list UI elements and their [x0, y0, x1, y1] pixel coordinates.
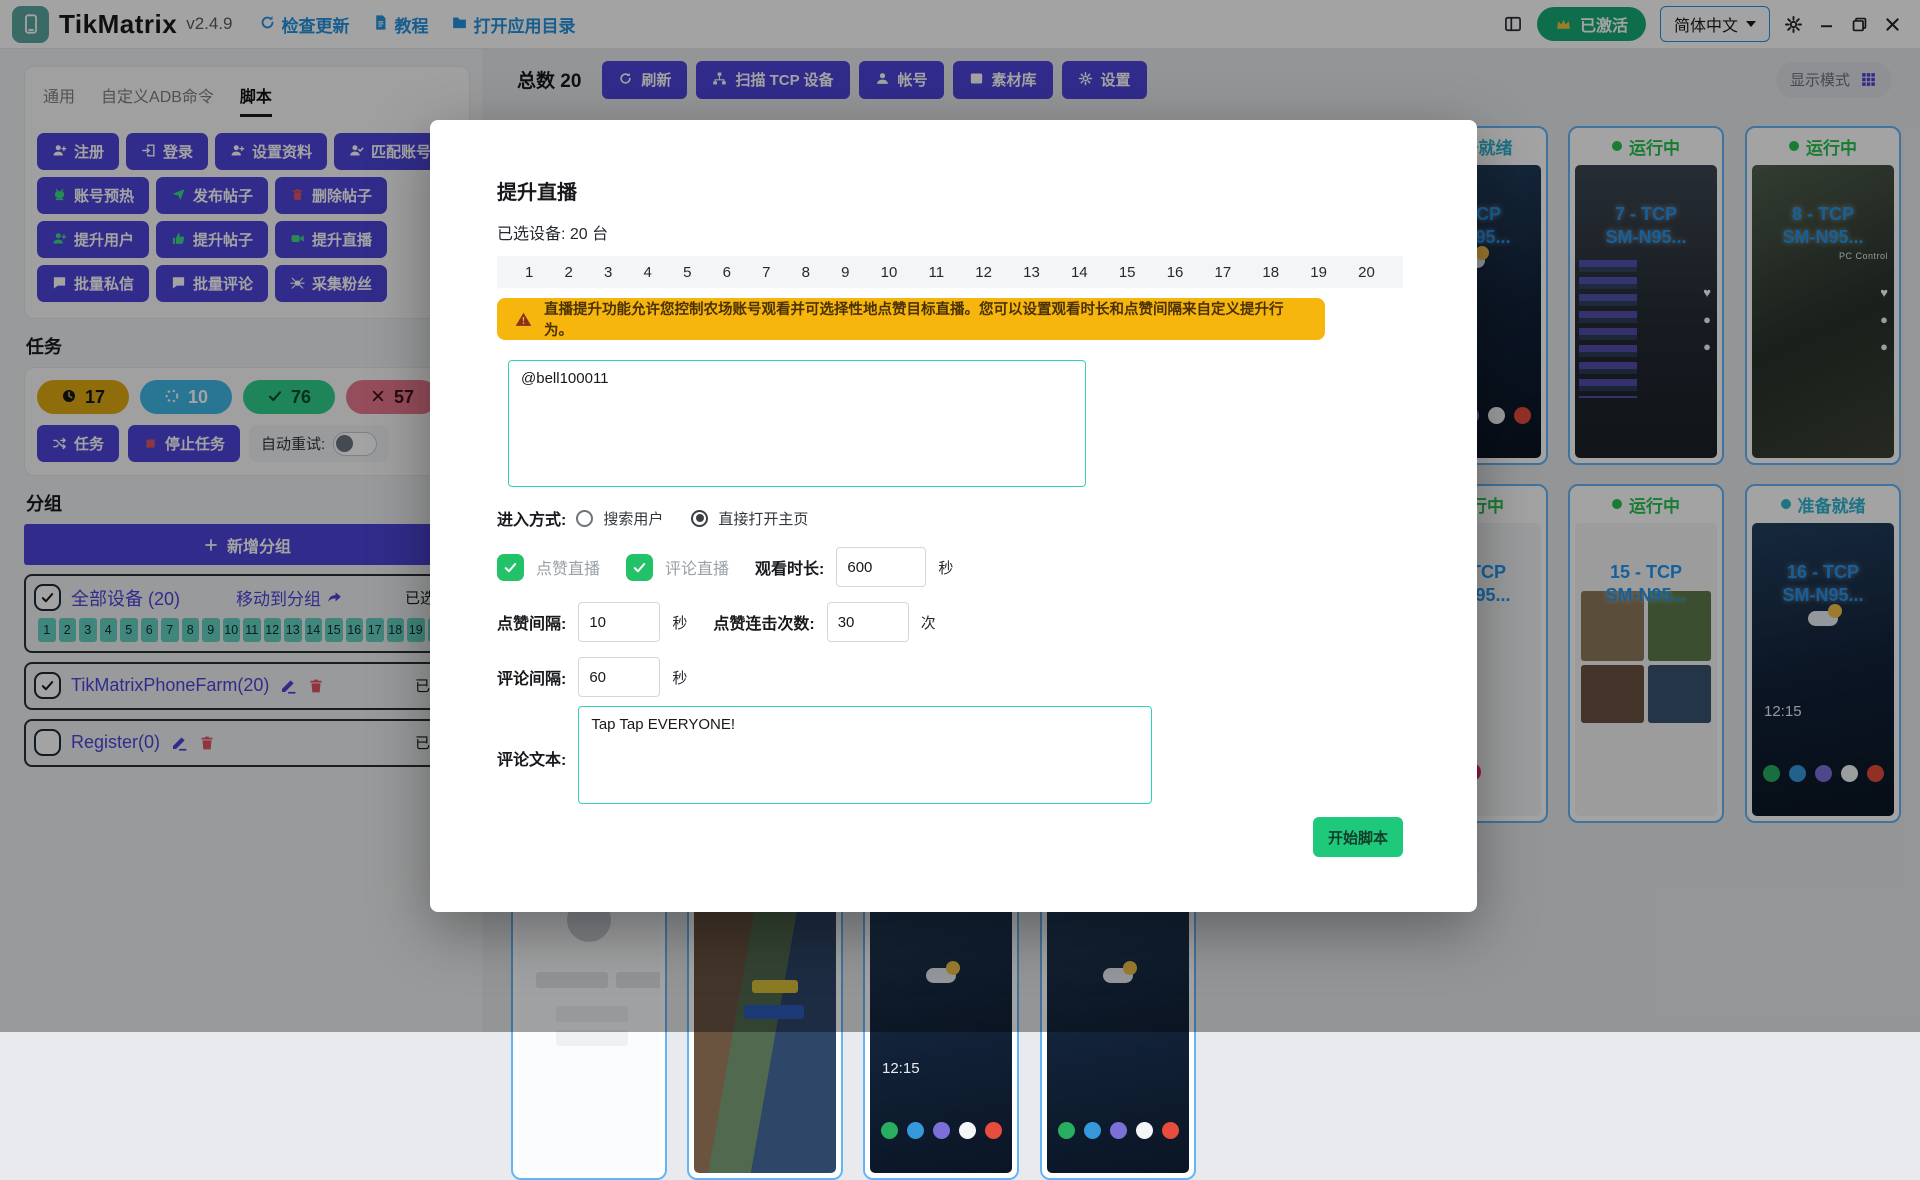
entry-mode-radio[interactable]	[576, 510, 593, 527]
device-number[interactable]: 5	[683, 264, 691, 281]
entry-mode-row: 进入方式: 搜索用户 直接打开主页	[497, 506, 1403, 530]
device-number[interactable]: 1	[525, 264, 533, 281]
device-number[interactable]: 3	[604, 264, 612, 281]
device-number[interactable]: 18	[1262, 264, 1279, 281]
device-number[interactable]: 16	[1167, 264, 1184, 281]
device-number[interactable]: 17	[1215, 264, 1232, 281]
like-interval-input[interactable]	[578, 602, 660, 642]
warning-icon	[515, 311, 532, 328]
live-options-row: 点赞直播评论直播 观看时长: 秒	[497, 547, 1403, 587]
device-number[interactable]: 9	[841, 264, 849, 281]
like-combo-input[interactable]	[827, 602, 909, 642]
option-label: 评论直播	[665, 555, 729, 579]
comment-interval-input[interactable]	[578, 657, 660, 697]
entry-mode-label: 进入方式:	[497, 506, 566, 530]
target-username-input[interactable]: @bell100011	[508, 360, 1086, 487]
comment-interval-label: 评论间隔:	[497, 665, 566, 689]
like-interval-label: 点赞间隔:	[497, 610, 566, 634]
comment-interval-row: 评论间隔: 秒	[497, 657, 1403, 697]
watch-duration-input[interactable]	[836, 547, 926, 587]
app-dock	[1047, 1122, 1189, 1139]
comment-text-input[interactable]: Tap Tap EVERYONE!	[578, 706, 1152, 804]
entry-mode-option-label: 直接打开主页	[718, 508, 808, 529]
selected-devices-label: 已选设备: 20 台	[497, 220, 1403, 244]
device-number[interactable]: 11	[929, 264, 945, 281]
option-label: 点赞直播	[536, 555, 600, 579]
device-number[interactable]: 2	[565, 264, 573, 281]
device-number[interactable]: 12	[975, 264, 992, 281]
watch-duration-label: 观看时长:	[755, 555, 824, 579]
device-number[interactable]: 19	[1310, 264, 1327, 281]
device-number[interactable]: 15	[1119, 264, 1136, 281]
modal-title: 提升直播	[497, 176, 1403, 205]
option-checkbox[interactable]	[626, 554, 653, 581]
device-number[interactable]: 20	[1358, 264, 1375, 281]
device-number[interactable]: 10	[881, 264, 898, 281]
clock-widget: 12:15	[882, 1060, 920, 1077]
comment-text-row: 评论文本: Tap Tap EVERYONE!	[497, 706, 1403, 804]
app-dock	[870, 1122, 1012, 1139]
device-number[interactable]: 4	[644, 264, 652, 281]
like-combo-label: 点赞连击次数:	[713, 610, 814, 634]
boost-live-modal: 提升直播 已选设备: 20 台 123456789101112131415161…	[430, 120, 1477, 912]
entry-mode-option-label: 搜索用户	[603, 508, 663, 529]
like-settings-row: 点赞间隔: 秒 点赞连击次数: 次	[497, 602, 1403, 642]
device-number[interactable]: 14	[1071, 264, 1088, 281]
device-number[interactable]: 6	[723, 264, 731, 281]
comment-text-label: 评论文本:	[497, 746, 566, 770]
option-checkbox[interactable]	[497, 554, 524, 581]
device-number[interactable]: 13	[1023, 264, 1040, 281]
entry-mode-radio[interactable]	[691, 510, 708, 527]
selected-device-numbers: 1234567891011121314151617181920	[497, 256, 1403, 288]
start-script-button[interactable]: 开始脚本	[1313, 817, 1403, 857]
device-number[interactable]: 8	[802, 264, 810, 281]
device-number[interactable]: 7	[762, 264, 770, 281]
warning-banner: 直播提升功能允许您控制农场账号观看并可选择性地点赞目标直播。您可以设置观看时长和…	[497, 298, 1325, 340]
